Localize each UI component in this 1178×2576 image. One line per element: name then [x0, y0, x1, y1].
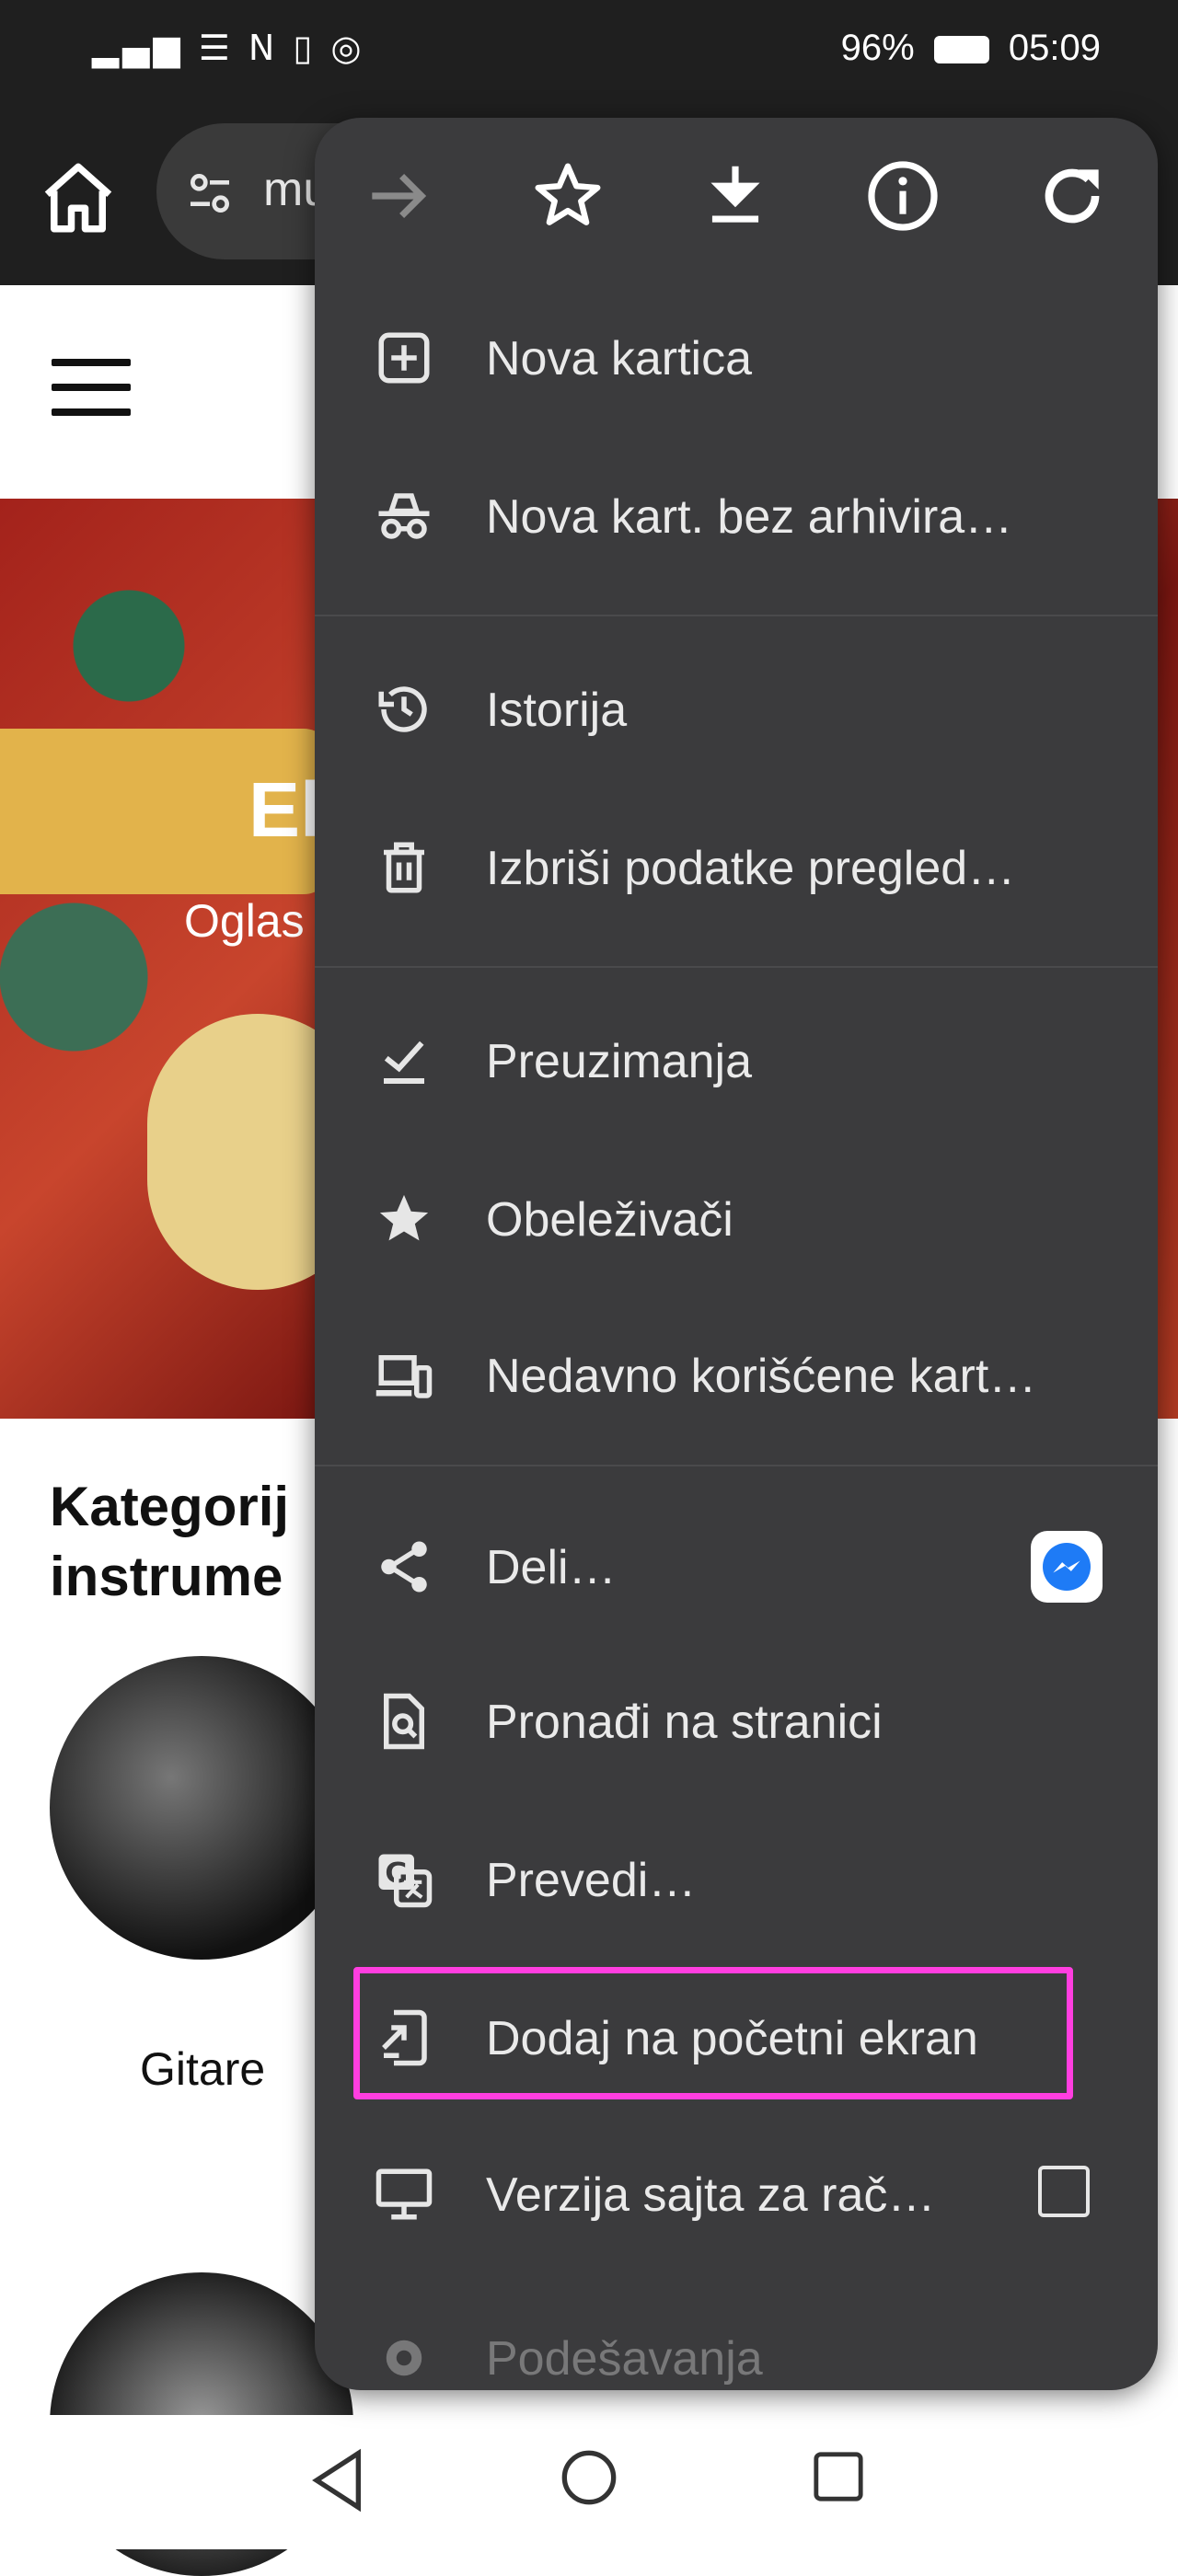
- menu-item-recent-tabs[interactable]: Nedavno korišćene kart…: [315, 1306, 1158, 1444]
- devices-icon: [374, 1345, 434, 1406]
- status-right: 96% 05:09: [841, 28, 1101, 69]
- hero-subtitle: Oglas: [184, 895, 305, 947]
- menu-item-settings[interactable]: Podešavanja: [315, 2289, 1158, 2390]
- menu-item-label: Istorija: [486, 684, 628, 737]
- status-bar: ▂▄▆ ☰ N ▯ ◎ 96% 05:09: [0, 0, 1178, 101]
- menu-item-label: Nova kartica: [486, 332, 752, 385]
- menu-item-share[interactable]: Deli…: [315, 1498, 1158, 1636]
- clock: 05:09: [1008, 28, 1101, 68]
- menu-item-find-in-page[interactable]: Pronađi na stranici: [315, 1652, 1158, 1790]
- back-icon[interactable]: [309, 2448, 368, 2513]
- highlight-box: [353, 1967, 1073, 2099]
- menu-item-label: Nova kart. bez arhivira…: [486, 490, 1013, 544]
- category-guitars-label[interactable]: Gitare: [140, 2042, 265, 2096]
- history-icon: [374, 679, 434, 740]
- menu-item-label: Nedavno korišćene kart…: [486, 1350, 1037, 1403]
- forward-icon[interactable]: [359, 156, 438, 236]
- find-in-page-icon: [374, 1691, 434, 1752]
- menu-divider: [315, 615, 1158, 616]
- menu-item-label: Verzija sajta za rač…: [486, 2168, 936, 2222]
- battery-percent: 96%: [840, 28, 915, 68]
- add-tab-icon: [374, 328, 434, 388]
- menu-item-label: Prevedi…: [486, 1854, 697, 1907]
- menu-toolbar: [315, 118, 1158, 274]
- menu-item-history[interactable]: Istorija: [315, 640, 1158, 778]
- menu-item-label: Izbriši podatke pregled…: [486, 842, 1016, 895]
- home-nav-icon[interactable]: [560, 2448, 618, 2507]
- menu-divider: [315, 1465, 1158, 1466]
- refresh-icon[interactable]: [1033, 156, 1112, 236]
- trash-icon: [374, 837, 434, 898]
- download-icon[interactable]: [696, 156, 775, 236]
- desktop-site-checkbox[interactable]: [1038, 2166, 1090, 2217]
- menu-item-downloads[interactable]: Preuzimanja: [315, 992, 1158, 1130]
- menu-item-desktop-site[interactable]: Verzija sajta za rač…: [315, 2125, 1158, 2263]
- menu-item-bookmarks[interactable]: Obeleživači: [315, 1150, 1158, 1288]
- downloads-check-icon: [374, 1030, 434, 1091]
- menu-item-label: Preuzimanja: [486, 1035, 753, 1088]
- star-icon[interactable]: [528, 156, 607, 236]
- bookmark-star-icon: [374, 1189, 434, 1249]
- categories-title: Kategorij instrume: [50, 1472, 344, 1612]
- site-settings-icon[interactable]: [184, 167, 236, 219]
- categories-title-line2: instrume: [50, 1546, 283, 1607]
- category-guitars-image[interactable]: [50, 1656, 353, 1960]
- info-icon[interactable]: [863, 156, 942, 236]
- messenger-share-icon[interactable]: [1031, 1531, 1103, 1603]
- categories-title-line1: Kategorij: [50, 1476, 290, 1537]
- hamburger-menu-icon[interactable]: [52, 359, 131, 423]
- menu-item-label: Podešavanja: [486, 2332, 763, 2386]
- home-icon[interactable]: [37, 156, 120, 239]
- recents-icon[interactable]: [812, 2450, 865, 2503]
- menu-item-label: Pronađi na stranici: [486, 1696, 883, 1749]
- menu-item-label: Deli…: [486, 1541, 617, 1594]
- menu-item-clear-browsing-data[interactable]: Izbriši podatke pregled…: [315, 799, 1158, 937]
- status-icons: ▂▄▆ ☰ N ▯ ◎: [92, 28, 365, 68]
- incognito-icon: [374, 486, 434, 546]
- menu-item-new-tab[interactable]: Nova kartica: [315, 289, 1158, 427]
- hero-title: El: [248, 766, 322, 853]
- menu-item-translate[interactable]: G Prevedi…: [315, 1811, 1158, 1949]
- translate-icon: G: [374, 1849, 434, 1910]
- system-nav-bar: [0, 2415, 1178, 2549]
- menu-item-new-incognito-tab[interactable]: Nova kart. bez arhivira…: [315, 447, 1158, 585]
- settings-icon: [374, 2328, 434, 2388]
- desktop-icon: [374, 2164, 434, 2225]
- battery-icon: [933, 36, 989, 64]
- menu-item-label: Obeleživači: [486, 1193, 733, 1247]
- share-icon: [374, 1536, 434, 1597]
- menu-divider: [315, 966, 1158, 968]
